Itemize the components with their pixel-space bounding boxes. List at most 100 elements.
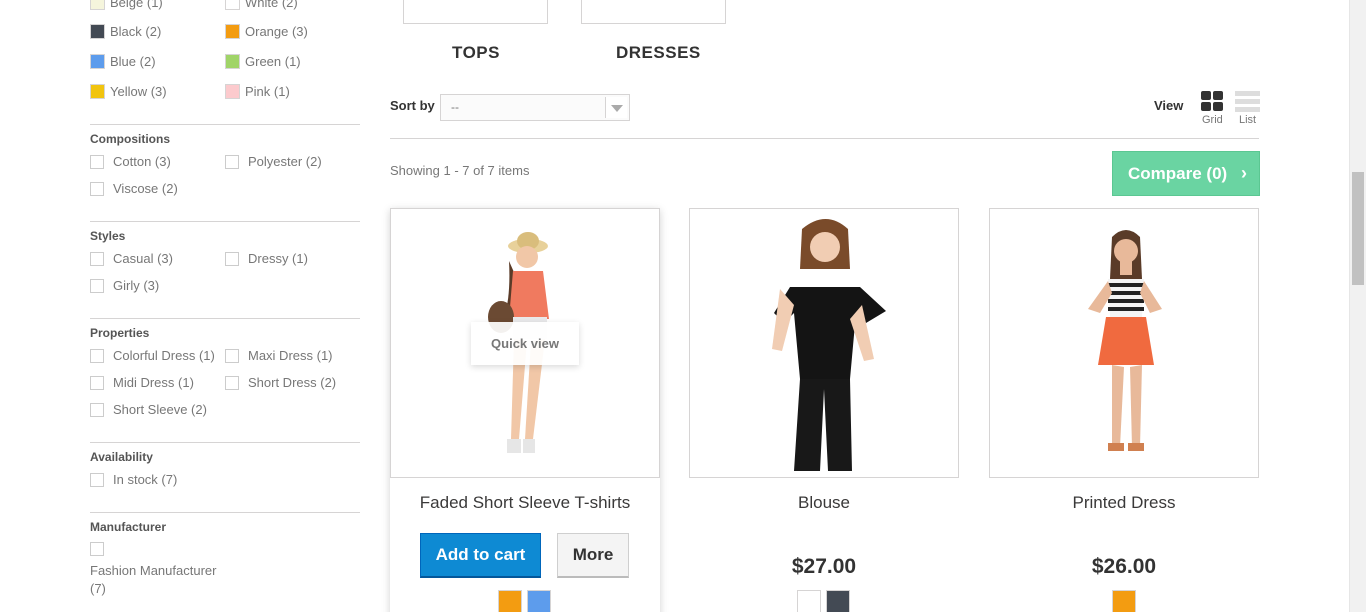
color-filter-pink[interactable]: Pink (1) xyxy=(225,84,290,99)
filter-label: Girly (3) xyxy=(113,278,160,293)
grid-view-icon[interactable] xyxy=(1201,91,1224,112)
filter-in-stock[interactable]: In stock (7) xyxy=(90,472,177,487)
sort-select[interactable]: -- xyxy=(440,94,630,121)
manufacturer-title: Manufacturer xyxy=(90,520,167,534)
color-filter-white[interactable]: White (2) xyxy=(225,0,298,10)
filter-label: Short Sleeve (2) xyxy=(113,402,207,417)
pink-swatch xyxy=(225,84,240,99)
filter-label: Colorful Dress (1) xyxy=(113,348,215,363)
add-to-cart-button[interactable]: Add to cart xyxy=(420,533,541,578)
checkbox[interactable] xyxy=(90,402,104,417)
filter-viscose[interactable]: Viscose (2) xyxy=(90,181,178,196)
product-name-link[interactable]: Blouse xyxy=(689,493,959,513)
model-photo-blouse xyxy=(772,219,886,471)
filter-divider xyxy=(90,442,360,443)
compositions-title: Compositions xyxy=(90,132,170,146)
checkbox[interactable] xyxy=(90,278,104,293)
color-filter-beige[interactable]: Beige (1) xyxy=(90,0,163,10)
more-button[interactable]: More xyxy=(557,533,629,578)
filter-label: In stock (7) xyxy=(113,472,178,487)
filter-manufacturer-checkbox[interactable] xyxy=(90,542,113,556)
list-view-icon[interactable] xyxy=(1235,91,1260,112)
checkbox[interactable] xyxy=(225,375,239,390)
filter-divider xyxy=(90,221,360,222)
compare-label: Compare (0) xyxy=(1128,164,1228,183)
color-label: Blue (2) xyxy=(110,54,156,69)
color-filter-green[interactable]: Green (1) xyxy=(225,54,301,69)
checkbox[interactable] xyxy=(225,348,239,363)
color-label: Beige (1) xyxy=(110,0,163,10)
color-swatch-black[interactable] xyxy=(826,590,850,612)
checkbox[interactable] xyxy=(225,251,239,266)
filter-polyester[interactable]: Polyester (2) xyxy=(225,154,322,169)
color-label: Orange (3) xyxy=(245,24,308,39)
orange-swatch xyxy=(225,24,240,39)
filter-divider xyxy=(90,318,360,319)
filter-colorful-dress[interactable]: Colorful Dress (1) xyxy=(90,348,215,363)
chevron-down-icon[interactable] xyxy=(605,97,627,118)
sort-label: Sort by xyxy=(390,98,435,113)
filter-girly[interactable]: Girly (3) xyxy=(90,278,159,293)
color-label: Green (1) xyxy=(245,54,301,69)
color-swatch-white[interactable] xyxy=(797,590,821,612)
product-image[interactable] xyxy=(689,208,959,478)
subcategory-image-tops[interactable] xyxy=(403,0,548,24)
filter-label: Short Dress (2) xyxy=(248,375,337,390)
filter-label: Cotton (3) xyxy=(113,154,171,169)
product-price: $26.00 xyxy=(1091,555,1157,578)
filter-count: (7) xyxy=(90,581,106,596)
color-swatch-blue[interactable] xyxy=(527,590,551,612)
color-filter-yellow[interactable]: Yellow (3) xyxy=(90,84,167,99)
checkbox[interactable] xyxy=(90,181,104,196)
filter-maxi-dress[interactable]: Maxi Dress (1) xyxy=(225,348,333,363)
filter-manufacturer-count: (7) xyxy=(90,581,106,596)
filter-manufacturer-label[interactable]: Fashion Manufacturer xyxy=(90,563,216,578)
color-label: White (2) xyxy=(245,0,298,10)
page-scrollbar[interactable] xyxy=(1349,0,1366,612)
list-caption[interactable]: List xyxy=(1239,114,1256,126)
subcategory-dresses-link[interactable]: DRESSES xyxy=(616,43,701,63)
checkbox[interactable] xyxy=(225,154,239,169)
properties-title: Properties xyxy=(90,326,150,340)
color-label: Pink (1) xyxy=(245,84,290,99)
filter-divider xyxy=(90,124,360,125)
checkbox[interactable] xyxy=(90,251,104,266)
filter-casual[interactable]: Casual (3) xyxy=(90,251,173,266)
black-swatch xyxy=(90,24,105,39)
filter-cotton[interactable]: Cotton (3) xyxy=(90,154,171,169)
filter-label: Maxi Dress (1) xyxy=(248,348,333,363)
quick-view-button[interactable]: Quick view xyxy=(471,322,579,365)
checkbox[interactable] xyxy=(90,472,104,487)
color-swatch-orange[interactable] xyxy=(498,590,522,612)
styles-title: Styles xyxy=(90,229,126,243)
subcategory-tops-link[interactable]: TOPS xyxy=(452,43,500,63)
checkbox[interactable] xyxy=(90,542,104,556)
product-count: Showing 1 - 7 of 7 items xyxy=(390,163,530,178)
checkbox[interactable] xyxy=(90,375,104,390)
color-swatch-orange[interactable] xyxy=(1112,590,1136,612)
scrollbar-thumb[interactable] xyxy=(1352,172,1364,285)
white-swatch xyxy=(225,0,240,10)
filter-label: Viscose (2) xyxy=(113,181,178,196)
filter-short-sleeve[interactable]: Short Sleeve (2) xyxy=(90,402,207,417)
product-image[interactable] xyxy=(989,208,1259,478)
sort-value: -- xyxy=(451,100,459,114)
checkbox[interactable] xyxy=(90,154,104,169)
color-filter-black[interactable]: Black (2) xyxy=(90,24,161,39)
yellow-swatch xyxy=(90,84,105,99)
color-filter-blue[interactable]: Blue (2) xyxy=(90,54,156,69)
filter-label: Fashion Manufacturer xyxy=(90,563,217,578)
grid-caption[interactable]: Grid xyxy=(1202,114,1223,126)
filter-short-dress[interactable]: Short Dress (2) xyxy=(225,375,336,390)
checkbox[interactable] xyxy=(90,348,104,363)
compare-button[interactable]: Compare (0) › xyxy=(1112,151,1260,196)
filter-dressy[interactable]: Dressy (1) xyxy=(225,251,308,266)
filter-midi-dress[interactable]: Midi Dress (1) xyxy=(90,375,194,390)
filter-label: Polyester (2) xyxy=(248,154,322,169)
product-name-link[interactable]: Printed Dress xyxy=(989,493,1259,513)
product-name-link[interactable]: Faded Short Sleeve T-shirts xyxy=(390,493,660,513)
view-label: View xyxy=(1154,98,1184,113)
product-image[interactable]: Quick view xyxy=(390,208,660,478)
color-filter-orange[interactable]: Orange (3) xyxy=(225,24,308,39)
subcategory-image-dresses[interactable] xyxy=(581,0,726,24)
